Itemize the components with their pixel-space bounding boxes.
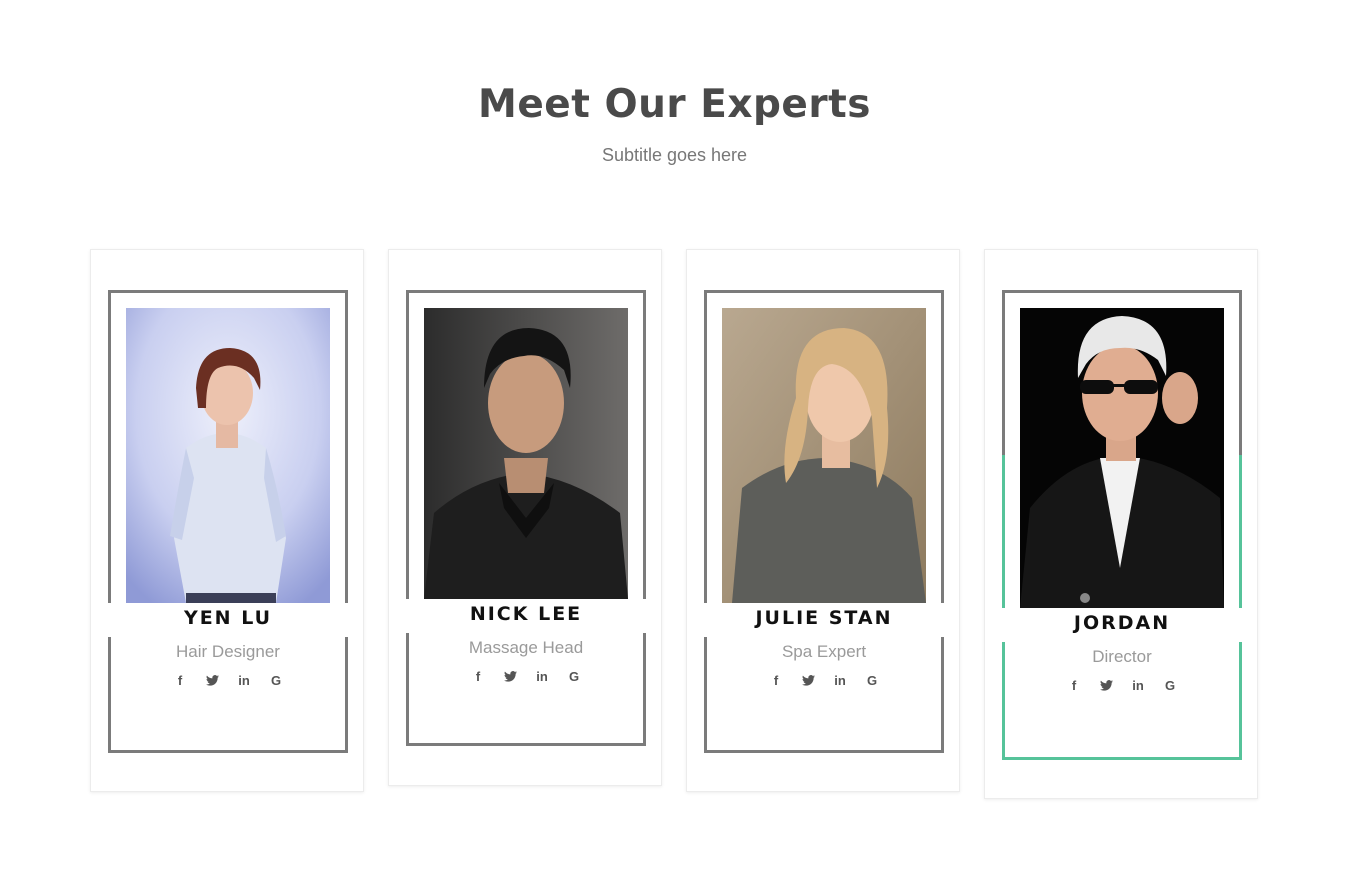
name-band: YEN LU	[105, 603, 351, 637]
expert-role: Hair Designer	[176, 642, 280, 661]
google-icon[interactable]: G	[863, 671, 881, 689]
experts-section: Meet Our Experts Subtitle goes here YEN …	[0, 0, 1349, 879]
twitter-icon[interactable]	[501, 667, 519, 685]
google-icon[interactable]: G	[267, 671, 285, 689]
facebook-icon[interactable]: f	[171, 671, 189, 689]
expert-name: NICK LEE	[469, 603, 583, 625]
name-band: JULIE STAN	[701, 603, 947, 637]
expert-card[interactable]: JORDAN Director f in G	[984, 249, 1258, 799]
expert-card[interactable]: NICK LEE Massage Head f in G	[388, 249, 662, 786]
google-icon[interactable]: G	[1161, 676, 1179, 694]
name-band: JORDAN	[999, 608, 1245, 642]
twitter-icon[interactable]	[799, 671, 817, 689]
expert-card[interactable]: YEN LU Hair Designer f in G	[90, 249, 364, 792]
social-links: f in G	[111, 671, 345, 689]
expert-name: JORDAN	[1073, 612, 1171, 634]
section-title: Meet Our Experts	[478, 82, 871, 127]
social-links: f in G	[409, 667, 643, 685]
google-icon[interactable]: G	[565, 667, 583, 685]
linkedin-icon[interactable]: in	[831, 671, 849, 689]
twitter-icon[interactable]	[1097, 676, 1115, 694]
expert-photo	[1020, 308, 1224, 608]
expert-role: Director	[1092, 647, 1152, 666]
name-band: NICK LEE	[403, 599, 649, 633]
facebook-icon[interactable]: f	[767, 671, 785, 689]
linkedin-icon[interactable]: in	[235, 671, 253, 689]
expert-name: YEN LU	[183, 607, 273, 629]
linkedin-icon[interactable]: in	[533, 667, 551, 685]
linkedin-icon[interactable]: in	[1129, 676, 1147, 694]
social-links: f in G	[707, 671, 941, 689]
facebook-icon[interactable]: f	[469, 667, 487, 685]
expert-card[interactable]: JULIE STAN Spa Expert f in G	[686, 249, 960, 792]
expert-role: Spa Expert	[781, 642, 867, 661]
section-subtitle: Subtitle goes here	[601, 145, 748, 165]
expert-name: JULIE STAN	[755, 607, 893, 629]
facebook-icon[interactable]: f	[1065, 676, 1083, 694]
twitter-icon[interactable]	[203, 671, 221, 689]
expert-photo	[424, 308, 628, 599]
expert-photo	[126, 308, 330, 603]
social-links: f in G	[1005, 676, 1239, 694]
expert-role: Massage Head	[468, 638, 584, 657]
expert-photo	[722, 308, 926, 603]
